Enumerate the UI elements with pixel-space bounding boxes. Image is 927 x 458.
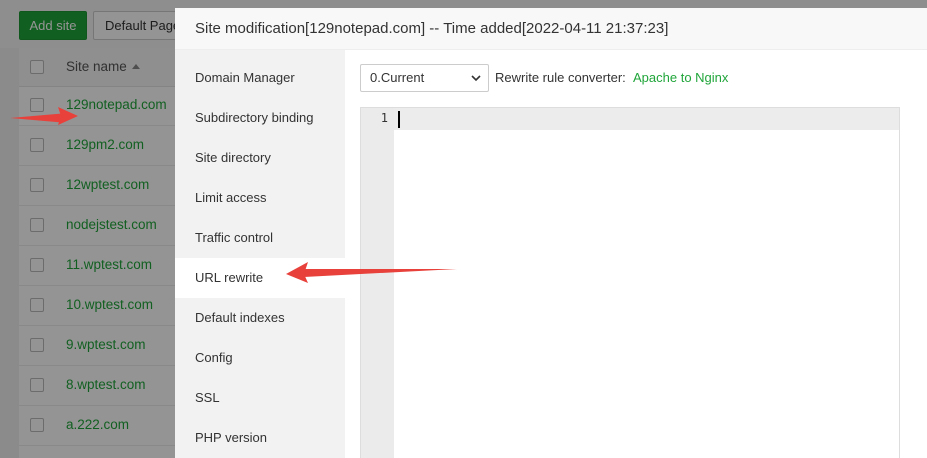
arrow-to-site-link-icon [10,107,78,125]
annotation-arrows [10,107,457,283]
arrow-to-url-rewrite-icon [286,262,457,283]
